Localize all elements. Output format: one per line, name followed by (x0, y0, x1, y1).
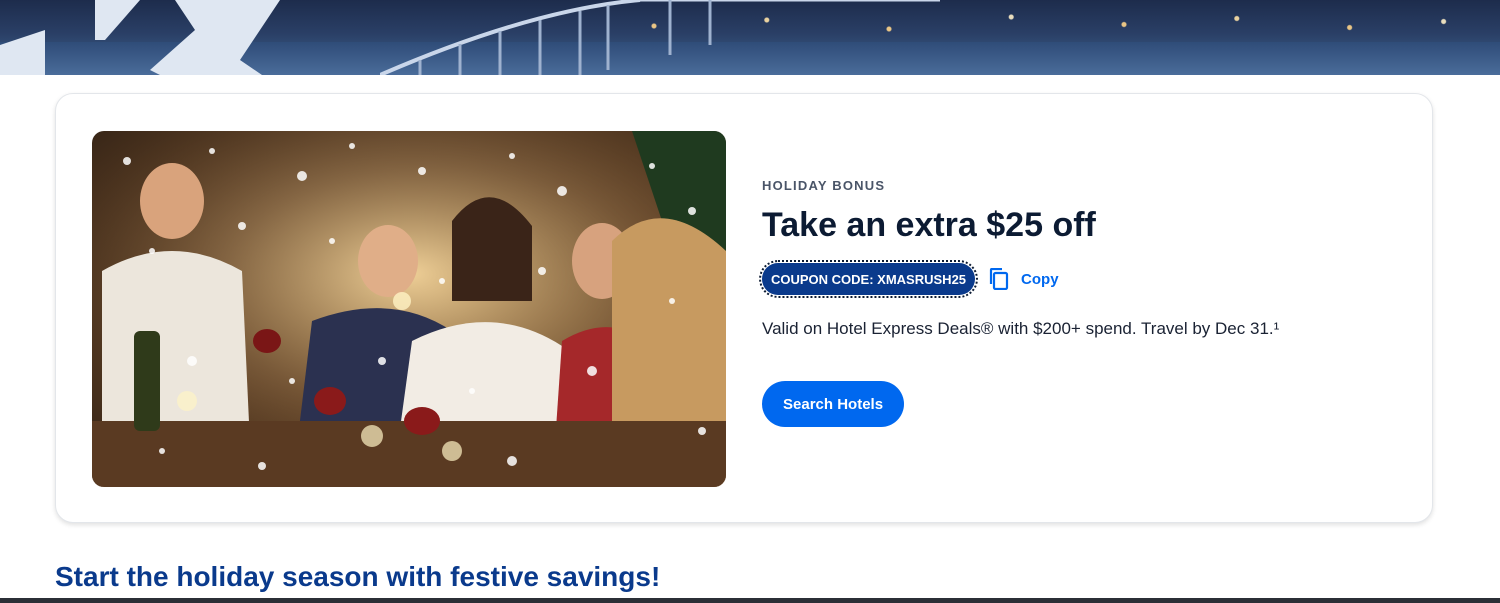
holiday-promo-card: HOLIDAY BONUS Take an extra $25 off COUP… (55, 93, 1433, 523)
holiday-dinner-photo (92, 131, 726, 487)
promo-terms: Valid on Hotel Express Deals® with $200+… (762, 319, 1280, 338)
copy-coupon-button[interactable]: Copy (989, 268, 1059, 290)
coupon-code-badge[interactable]: COUPON CODE: XMASRUSH25 (758, 260, 979, 298)
section-title: Start the holiday season with festive sa… (55, 561, 661, 592)
promo-content: HOLIDAY BONUS Take an extra $25 off COUP… (758, 178, 1382, 427)
promo-eyebrow: HOLIDAY BONUS (762, 178, 886, 193)
copy-label: Copy (1021, 270, 1059, 288)
holiday-dinner-illustration (92, 131, 726, 487)
promo-headline: Take an extra $25 off (762, 206, 1096, 244)
bottom-edge-bar (0, 598, 1500, 603)
bridge-graphic (380, 0, 940, 75)
coupon-row: COUPON CODE: XMASRUSH25 Copy (758, 260, 1382, 298)
search-hotels-button[interactable]: Search Hotels (762, 381, 905, 427)
copy-icon (989, 268, 1009, 290)
hero-banner-image (0, 0, 1500, 75)
brand-logo-shape (0, 0, 280, 75)
